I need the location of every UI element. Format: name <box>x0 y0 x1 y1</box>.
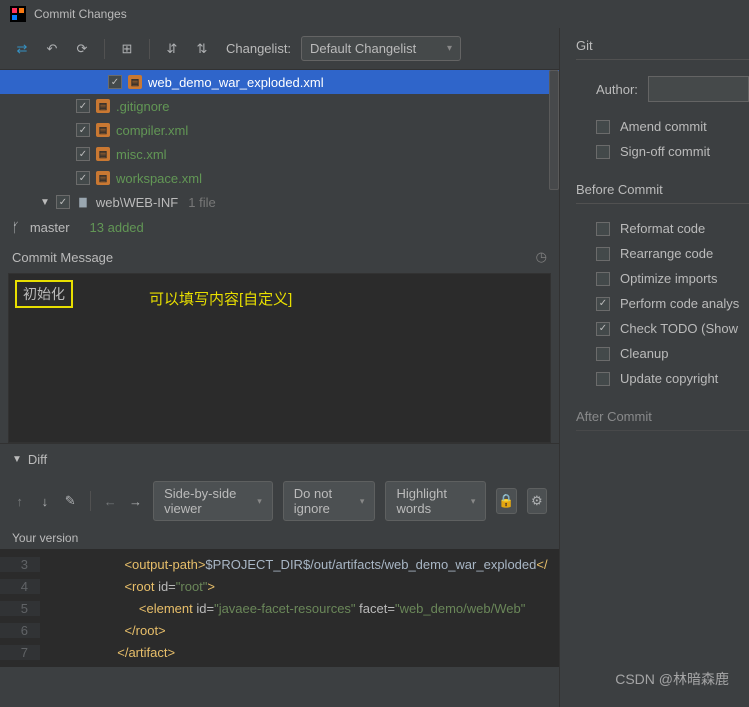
branch-name: master <box>30 220 70 235</box>
filename: web_demo_war_exploded.xml <box>148 75 324 90</box>
code-line: 4 <root id="root"> <box>0 575 559 597</box>
folder-checkbox[interactable] <box>56 195 70 209</box>
folder-row[interactable]: ▼ ▇ web\WEB-INF 1 file <box>0 190 559 214</box>
code-line: 7 </artifact> <box>0 641 559 663</box>
author-input[interactable] <box>648 76 749 102</box>
edit-icon[interactable]: ✎ <box>63 491 78 511</box>
filename: workspace.xml <box>116 171 202 186</box>
code-line: 5 <element id="javaee-facet-resources" f… <box>0 597 559 619</box>
settings-icon[interactable]: ⚙ <box>527 488 547 514</box>
file-checkbox[interactable] <box>108 75 122 89</box>
highlight-dropdown[interactable]: Highlight words <box>385 481 486 521</box>
xml-file-icon: ▤ <box>96 171 110 185</box>
code-line: 6 </root> <box>0 619 559 641</box>
code-line: 3 <output-path>$PROJECT_DIR$/out/artifac… <box>0 553 559 575</box>
signoff-checkbox[interactable] <box>596 145 610 159</box>
file-row[interactable]: ▤ web_demo_war_exploded.xml <box>0 70 559 94</box>
folder-icon: ▇ <box>76 195 90 209</box>
code-viewer[interactable]: 3 <output-path>$PROJECT_DIR$/out/artifac… <box>0 549 559 667</box>
back-icon[interactable]: ← <box>103 491 118 511</box>
ignore-dropdown[interactable]: Do not ignore <box>283 481 376 521</box>
file-checkbox[interactable] <box>76 171 90 185</box>
file-checkbox[interactable] <box>76 147 90 161</box>
line-number: 7 <box>0 645 40 660</box>
changelist-label: Changelist: <box>226 41 291 56</box>
commit-message-label: Commit Message <box>12 250 113 265</box>
app-icon <box>10 6 26 22</box>
changelist-dropdown[interactable]: Default Changelist <box>301 36 461 61</box>
commit-toolbar: ⇄ ↶ ⟳ ⊞ ⇵ ⇅ Changelist: Default Changeli… <box>0 28 559 70</box>
lock-icon[interactable]: 🔒 <box>496 488 516 514</box>
before-commit-header: Before Commit <box>576 182 749 204</box>
commit-message-input[interactable]: 初始化 可以填写内容[自定义] <box>8 273 551 443</box>
diff-toolbar: ↑ ↓ ✎ ← → Side-by-side viewer Do not ign… <box>0 475 559 527</box>
version-label: Your version <box>0 527 559 549</box>
amend-label: Amend commit <box>620 119 707 134</box>
reload-icon[interactable]: ⟳ <box>72 39 92 59</box>
diff-label: Diff <box>28 452 47 467</box>
separator <box>149 39 150 59</box>
titlebar: Commit Changes <box>0 0 749 28</box>
cleanup-checkbox[interactable] <box>596 347 610 361</box>
changelist-value: Default Changelist <box>310 41 416 56</box>
group-icon[interactable]: ⊞ <box>117 39 137 59</box>
signoff-label: Sign-off commit <box>620 144 710 159</box>
commit-message-header: Commit Message ◷ <box>0 241 559 273</box>
collapse-icon[interactable]: ⇅ <box>192 39 212 59</box>
file-row[interactable]: ▤ compiler.xml <box>0 118 559 142</box>
after-commit-header: After Commit <box>576 409 749 431</box>
git-section-header: Git <box>576 38 749 60</box>
line-number: 6 <box>0 623 40 638</box>
todo-checkbox[interactable] <box>596 322 610 336</box>
filename: compiler.xml <box>116 123 188 138</box>
prev-diff-icon[interactable]: ↑ <box>12 491 27 511</box>
xml-file-icon: ▤ <box>96 147 110 161</box>
file-checkbox[interactable] <box>76 123 90 137</box>
folder-name: web\WEB-INF <box>96 195 178 210</box>
xml-file-icon: ▤ <box>128 75 142 89</box>
expand-icon[interactable]: ⇵ <box>162 39 182 59</box>
file-row[interactable]: ▤ workspace.xml <box>0 166 559 190</box>
scrollbar[interactable] <box>549 70 559 190</box>
annotation-text: 可以填写内容[自定义] <box>149 288 292 309</box>
chevron-down-icon[interactable]: ▼ <box>40 197 50 208</box>
watermark: CSDN @林暗森鹿 <box>615 669 729 689</box>
commit-message-text: 初始化 <box>15 280 73 308</box>
line-number: 3 <box>0 557 40 572</box>
viewer-mode-dropdown[interactable]: Side-by-side viewer <box>153 481 273 521</box>
file-row[interactable]: ▤ misc.xml <box>0 142 559 166</box>
window-title: Commit Changes <box>34 7 127 21</box>
analysis-checkbox[interactable] <box>596 297 610 311</box>
reformat-checkbox[interactable] <box>596 222 610 236</box>
history-icon[interactable]: ◷ <box>536 249 547 265</box>
branch-bar: ᚶ master 13 added <box>0 214 559 241</box>
separator <box>104 39 105 59</box>
copyright-checkbox[interactable] <box>596 372 610 386</box>
rearrange-checkbox[interactable] <box>596 247 610 261</box>
line-number: 5 <box>0 601 40 616</box>
filename: misc.xml <box>116 147 167 162</box>
chevron-down-icon[interactable]: ▼ <box>12 454 22 465</box>
separator <box>90 491 91 511</box>
branch-icon: ᚶ <box>12 220 20 235</box>
file-count: 1 file <box>188 195 215 210</box>
diff-section-header[interactable]: ▼ Diff <box>0 443 559 475</box>
xml-file-icon: ▤ <box>96 99 110 113</box>
forward-icon[interactable]: → <box>128 491 143 511</box>
line-number: 4 <box>0 579 40 594</box>
refresh-icon[interactable]: ⇄ <box>12 39 32 59</box>
file-row[interactable]: ▤ .gitignore <box>0 94 559 118</box>
undo-icon[interactable]: ↶ <box>42 39 62 59</box>
file-tree: ▤ web_demo_war_exploded.xml ▤ .gitignore… <box>0 70 559 214</box>
optimize-checkbox[interactable] <box>596 272 610 286</box>
added-count: 13 added <box>90 220 144 235</box>
amend-checkbox[interactable] <box>596 120 610 134</box>
author-label: Author: <box>596 82 638 97</box>
next-diff-icon[interactable]: ↓ <box>37 491 52 511</box>
xml-file-icon: ▤ <box>96 123 110 137</box>
filename: .gitignore <box>116 99 169 114</box>
file-checkbox[interactable] <box>76 99 90 113</box>
